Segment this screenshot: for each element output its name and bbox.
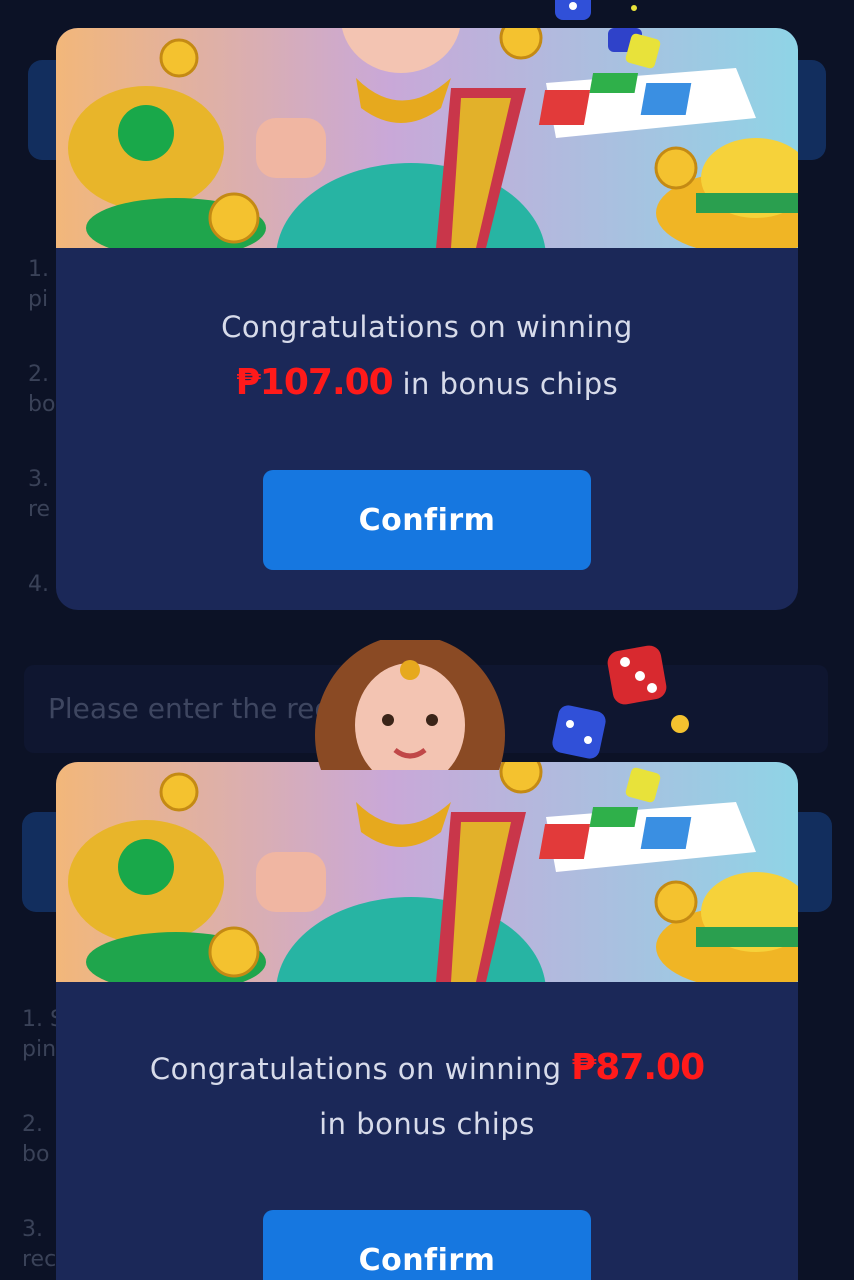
message-line: in bonus chips <box>319 1107 535 1141</box>
bonus-amount: ₱87.00 <box>571 1047 705 1088</box>
bonus-dialog: Congratulations on winning ₱107.00 in bo… <box>56 28 798 610</box>
confirm-button[interactable]: Confirm <box>263 470 591 570</box>
dice-icon <box>555 0 637 20</box>
message-line: Congratulations on winning ₱87.00 <box>56 1040 798 1097</box>
message-line: Congratulations on winning <box>221 310 633 344</box>
congratulations-message: Congratulations on winning ₱107.00 in bo… <box>56 300 798 412</box>
message-suffix: in bonus chips <box>402 367 619 401</box>
congratulations-message: Congratulations on winning ₱87.00 in bon… <box>56 1040 798 1152</box>
screenshot-bottom: Please enter the redeem code 1. Spin 2. b… <box>0 640 854 1280</box>
character-portrait <box>315 640 689 770</box>
promo-banner-image <box>56 28 798 248</box>
message-prefix: Congratulations on winning <box>149 1052 562 1086</box>
message-line: ₱107.00 in bonus chips <box>56 355 798 412</box>
dice-icon <box>552 645 689 759</box>
bonus-amount: ₱107.00 <box>235 362 394 403</box>
promo-banner-image <box>56 762 798 982</box>
bonus-dialog: Congratulations on winning ₱87.00 in bon… <box>56 762 798 1280</box>
screenshot-top: 1. pi 2. bo 3. re 4. Congratulations on … <box>0 0 854 640</box>
confirm-button[interactable]: Confirm <box>263 1210 591 1280</box>
